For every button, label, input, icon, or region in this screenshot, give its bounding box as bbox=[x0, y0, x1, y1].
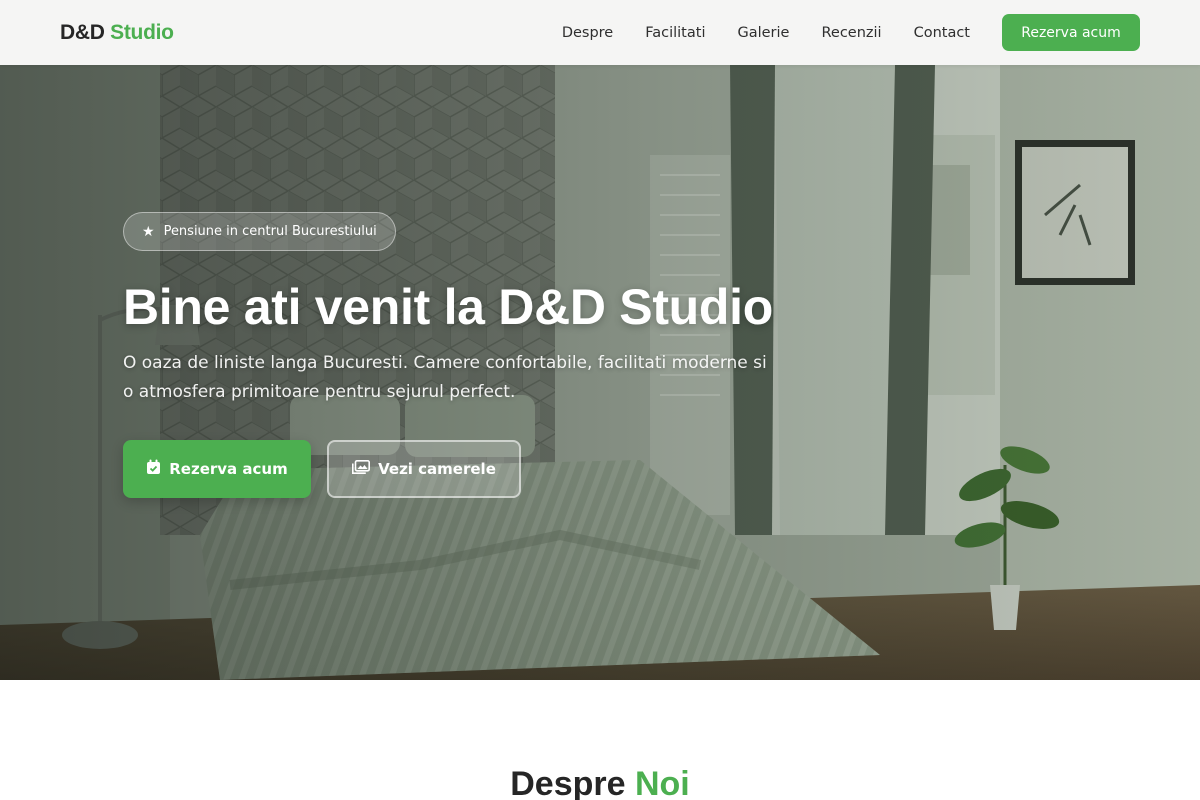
hero-section: ★ Pensiune in centrul Bucurestiului Bine… bbox=[0, 65, 1200, 680]
hero-buttons: Rezerva acum Vezi camerele bbox=[123, 440, 823, 498]
about-title-main: Despre bbox=[510, 765, 626, 800]
nav-links: Despre Facilitati Galerie Recenzii Conta… bbox=[562, 14, 1140, 51]
photos-icon bbox=[352, 460, 371, 478]
hero-rooms-label: Vezi camerele bbox=[378, 460, 496, 478]
hero-badge: ★ Pensiune in centrul Bucurestiului bbox=[123, 212, 396, 251]
hero-badge-text: Pensiune in centrul Bucurestiului bbox=[163, 224, 377, 239]
nav-link-recenzii[interactable]: Recenzii bbox=[821, 25, 881, 41]
hero-title: Bine ati venit la D&D Studio bbox=[123, 279, 773, 335]
calendar-check-icon bbox=[146, 459, 161, 479]
brand-name-accent: Studio bbox=[110, 20, 174, 44]
about-section-title: Despre Noi bbox=[0, 765, 1200, 800]
hero-content: ★ Pensiune in centrul Bucurestiului Bine… bbox=[123, 212, 823, 498]
nav-link-facilitati[interactable]: Facilitati bbox=[645, 25, 705, 41]
hero-reserve-button[interactable]: Rezerva acum bbox=[123, 440, 311, 498]
hero-rooms-button[interactable]: Vezi camerele bbox=[327, 440, 521, 498]
brand-logo[interactable]: D&D Studio bbox=[60, 21, 174, 45]
navbar: D&D Studio Despre Facilitati Galerie Rec… bbox=[0, 0, 1200, 65]
nav-reserve-button[interactable]: Rezerva acum bbox=[1002, 14, 1140, 51]
hero-reserve-label: Rezerva acum bbox=[169, 460, 288, 478]
hero-subtitle: O oaza de liniste langa Bucuresti. Camer… bbox=[123, 353, 767, 402]
about-title-accent: Noi bbox=[634, 765, 690, 800]
nav-link-contact[interactable]: Contact bbox=[914, 25, 970, 41]
nav-link-despre[interactable]: Despre bbox=[562, 25, 613, 41]
brand-name-main: D&D bbox=[60, 20, 105, 44]
star-icon: ★ bbox=[142, 223, 155, 240]
nav-link-galerie[interactable]: Galerie bbox=[737, 25, 789, 41]
